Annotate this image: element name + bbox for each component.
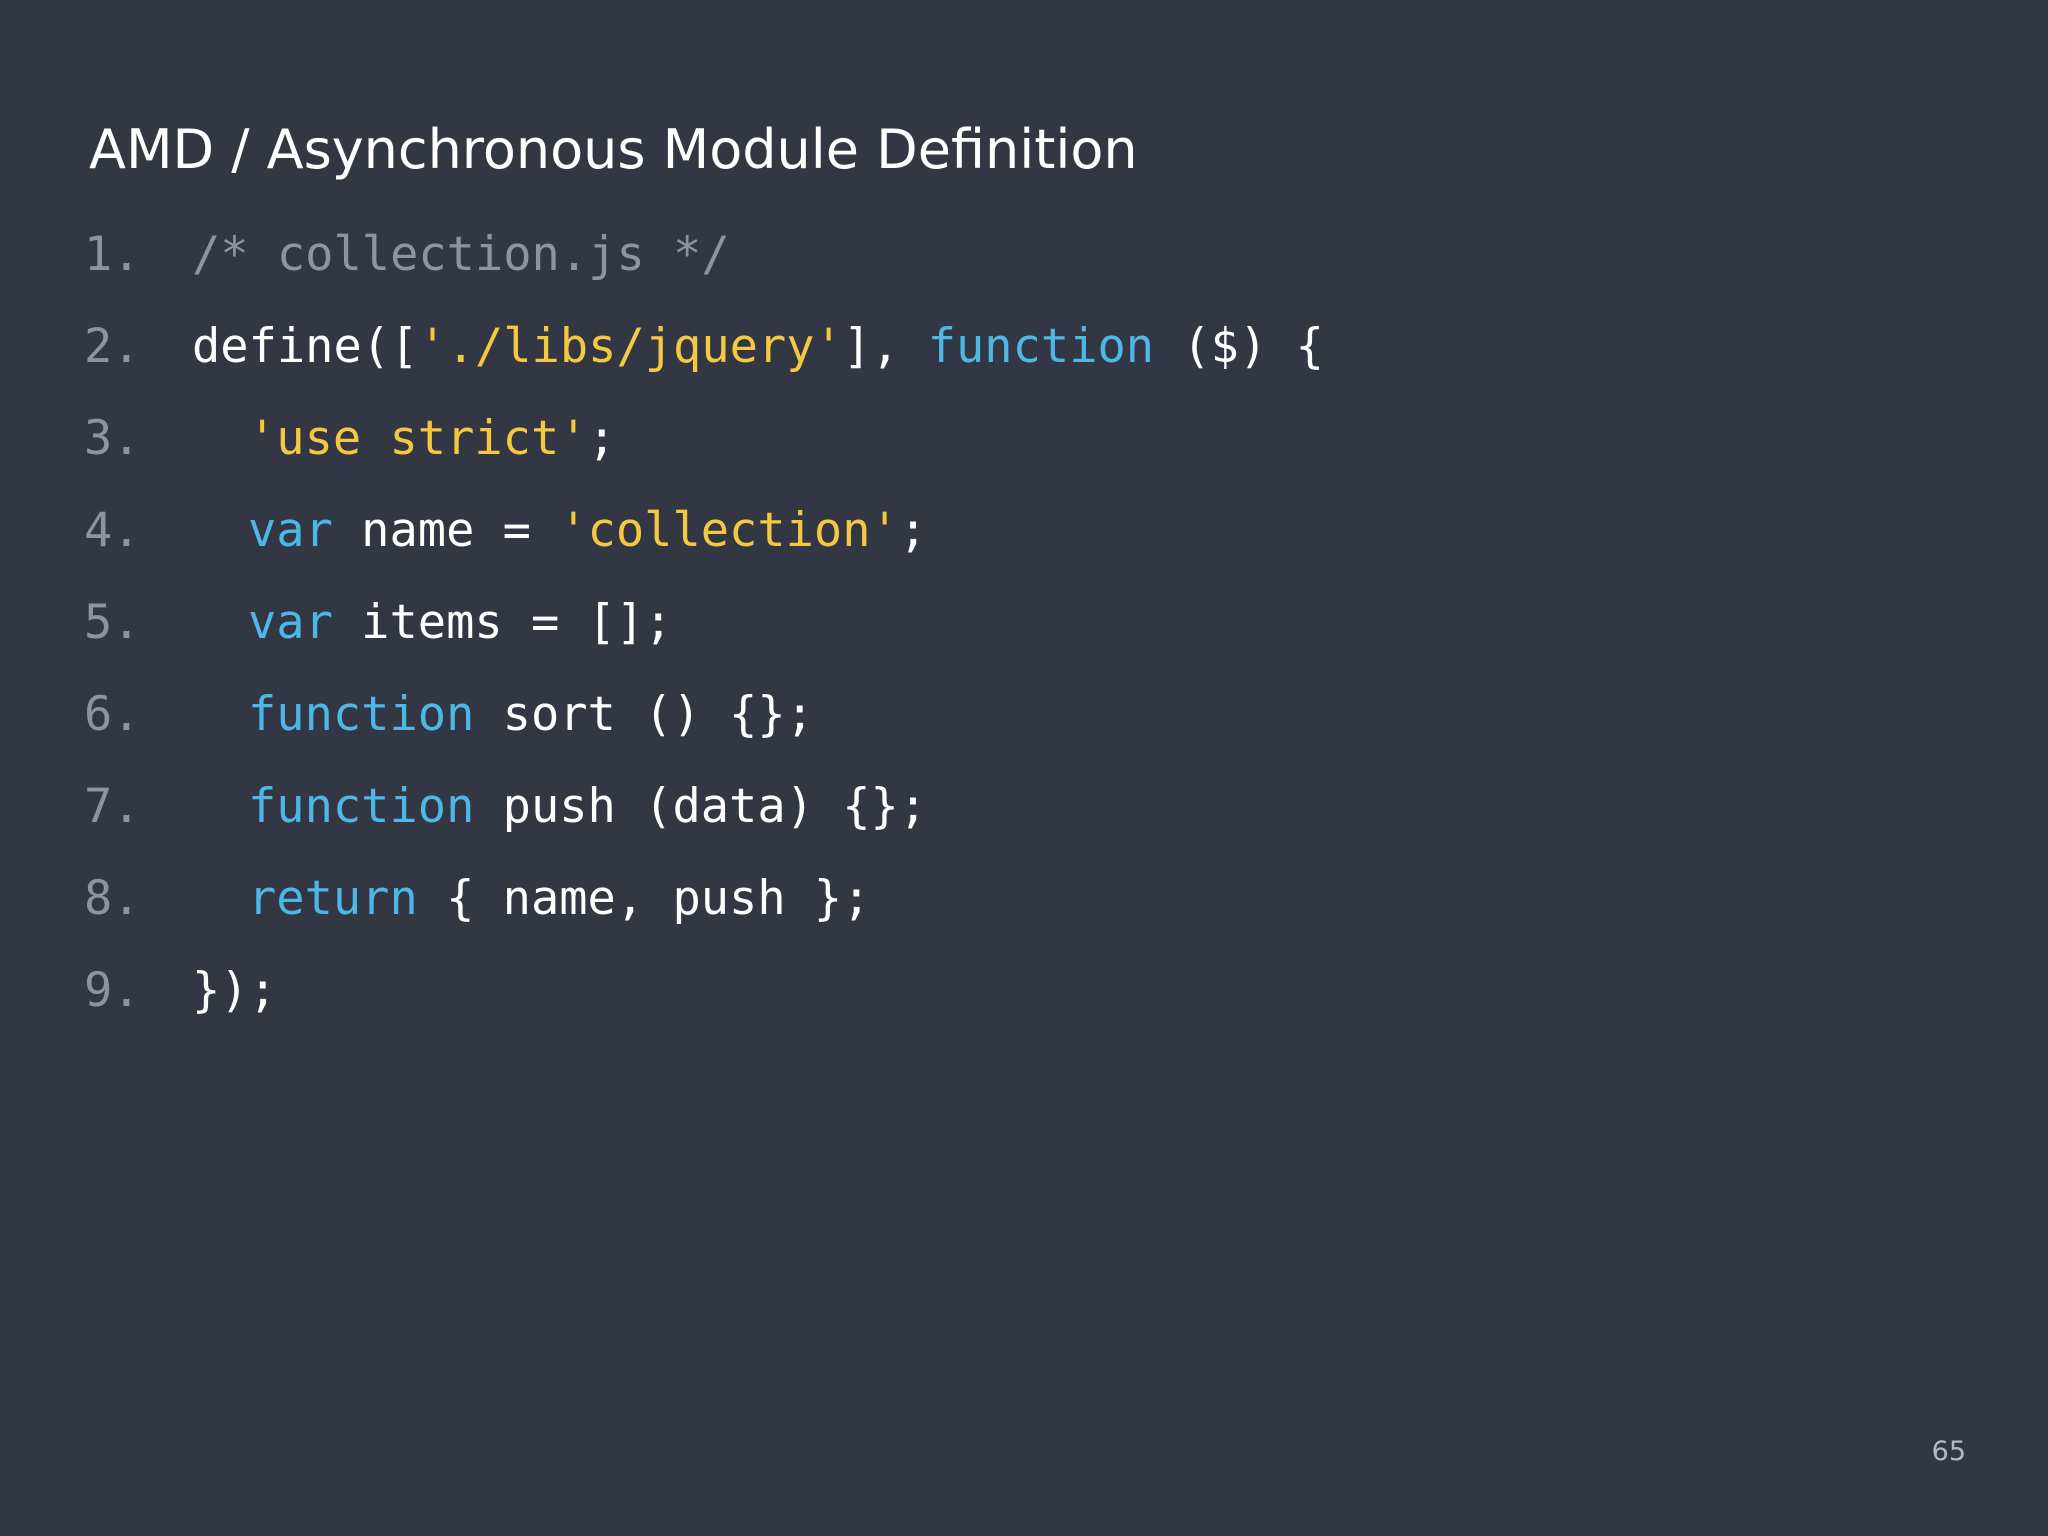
line-number: 6. (84, 687, 141, 742)
code-token-plain: define([ (192, 319, 419, 374)
code-line: 6. function sort () {}; (0, 669, 2048, 761)
code-token-plain: name = (332, 503, 560, 558)
code-token-keyword: var (248, 595, 333, 650)
line-code: 'use strict'; (192, 393, 616, 485)
code-token-keyword: function (927, 319, 1155, 374)
code-token-plain: ; (587, 411, 616, 466)
code-line: 5. var items = []; (0, 577, 2048, 669)
line-number: 3. (84, 411, 141, 466)
code-line: 1. /* collection.js */ (0, 209, 2048, 301)
line-number: 5. (84, 595, 141, 650)
code-line: 3. 'use strict'; (0, 393, 2048, 485)
code-token-plain: sort () {}; (474, 687, 814, 742)
code-token-keyword: function (248, 779, 475, 834)
line-code: function sort () {}; (192, 669, 814, 761)
code-line: 2. define(['./libs/jquery'], function ($)… (0, 301, 2048, 393)
line-number: 1. (84, 227, 141, 282)
code-block: 1. /* collection.js */ 2. define(['./libs/j… (0, 0, 2048, 1536)
code-token-string: './libs/jquery' (418, 319, 843, 374)
code-token-keyword: var (248, 503, 333, 558)
line-number: 8. (84, 871, 141, 926)
code-line: 9.}); (0, 945, 2048, 1037)
line-code: define(['./libs/jquery'], function ($) { (192, 301, 1324, 393)
line-code: /* collection.js */ (192, 209, 730, 301)
code-token-plain: push (data) {}; (474, 779, 928, 834)
code-token-string: 'collection' (559, 503, 899, 558)
line-code: function push (data) {}; (192, 761, 927, 853)
code-token-plain: ($) { (1154, 319, 1324, 374)
code-token-string: 'use strict' (248, 411, 588, 466)
code-token-plain: ], (842, 319, 928, 374)
code-line: 8. return { name, push }; (0, 853, 2048, 945)
code-line: 7. function push (data) {}; (0, 761, 2048, 853)
line-number: 2. (84, 319, 141, 374)
slide: AMD / Asynchronous Module Definition 1. /… (0, 0, 2048, 1536)
line-code: var name = 'collection'; (192, 485, 927, 577)
code-token-comment: /* collection.js */ (192, 227, 730, 282)
code-token-plain: ; (898, 503, 928, 558)
line-code: return { name, push }; (192, 853, 871, 945)
code-line: 4. var name = 'collection'; (0, 485, 2048, 577)
code-token-plain: items = []; (332, 595, 673, 650)
line-number: 9. (84, 963, 141, 1018)
line-number: 4. (84, 503, 141, 558)
line-code: }); (192, 945, 277, 1037)
code-token-keyword: return (248, 871, 418, 926)
line-number: 7. (84, 779, 141, 834)
code-token-plain: { name, push }; (417, 871, 871, 926)
code-token-keyword: function (248, 687, 475, 742)
code-token-plain: }); (192, 963, 277, 1018)
page-number: 65 (1931, 1436, 1966, 1467)
line-code: var items = []; (192, 577, 672, 669)
